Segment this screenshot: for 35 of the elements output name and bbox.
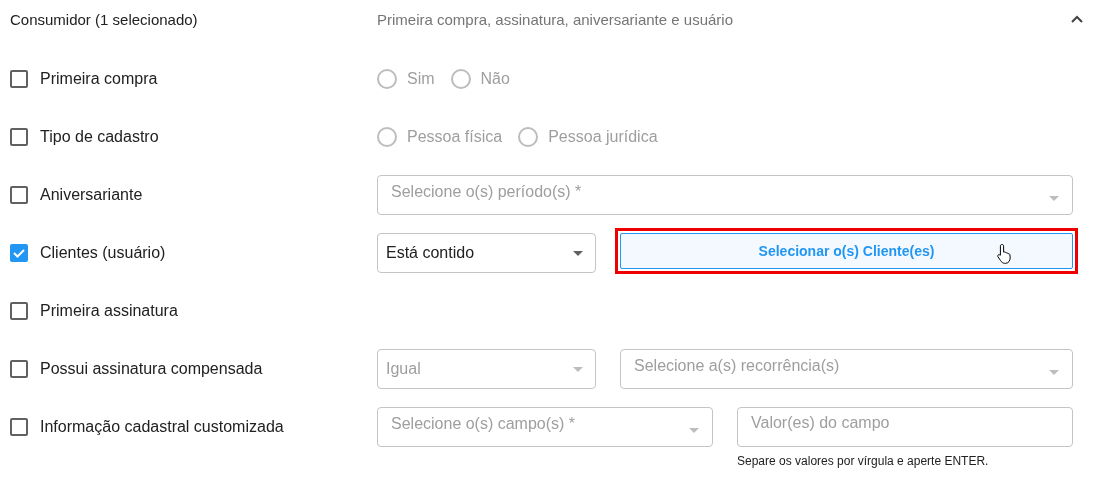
dropdown-field[interactable]: Selecione a(s) recorrência(s) <box>620 349 1073 389</box>
check-icon <box>12 246 26 260</box>
caret-icon <box>1049 370 1059 375</box>
dropdown-field[interactable]: Está contido <box>377 233 596 273</box>
radio-option[interactable]: Não <box>450 69 510 89</box>
checkbox[interactable] <box>10 418 28 436</box>
section-title: Consumidor (1 selecionado) <box>10 10 199 28</box>
helper-text: Separe os valores por vírgula e aperte ENTER. <box>737 454 990 468</box>
radio-option[interactable]: Pessoa física <box>377 127 503 147</box>
filter-label: Clientes (usuário) <box>40 244 166 262</box>
radio-option[interactable]: Sim <box>377 69 435 89</box>
caret-icon <box>689 428 699 433</box>
filter-label: Aniversariante <box>40 186 143 204</box>
caret-icon <box>573 366 583 372</box>
checkbox[interactable] <box>10 360 28 378</box>
caret-icon <box>573 250 583 256</box>
checkbox[interactable] <box>10 70 28 88</box>
caret-icon <box>1049 196 1059 201</box>
filter-label: Informação cadastral customizada <box>40 418 284 436</box>
filter-label: Tipo de cadastro <box>40 128 159 146</box>
filter-label: Primeira assinatura <box>40 302 178 320</box>
filter-label: Possui assinatura compensada <box>40 360 263 378</box>
select-clients-button[interactable]: Selecionar o(s) Cliente(es) <box>620 233 1073 269</box>
checkbox[interactable] <box>10 186 28 204</box>
dropdown-field[interactable]: Selecione o(s) período(s) * <box>377 175 1073 215</box>
field-value-input[interactable]: Valor(es) do campo <box>737 407 1073 447</box>
checkbox[interactable] <box>10 128 28 146</box>
hand-cursor-icon <box>996 243 1014 265</box>
section-summary: Primeira compra, assinatura, aniversariante e usuário <box>377 10 734 28</box>
checkbox[interactable] <box>10 302 28 320</box>
checkbox[interactable] <box>10 244 28 262</box>
radio-option[interactable]: Pessoa jurídica <box>518 127 658 147</box>
dropdown-field[interactable]: Selecione o(s) campo(s) * <box>377 407 713 447</box>
chevron-up-icon[interactable] <box>1071 15 1083 23</box>
filter-label: Primeira compra <box>40 70 158 88</box>
